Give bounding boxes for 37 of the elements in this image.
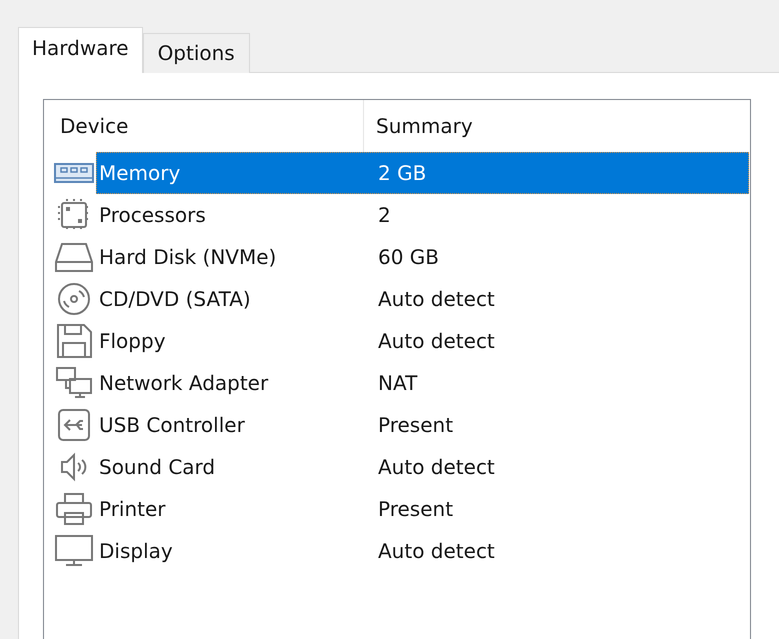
list-row[interactable]: Sound Card Auto detect: [96, 446, 749, 488]
list-row[interactable]: Display Auto detect: [96, 530, 749, 572]
device-name: USB Controller: [98, 413, 246, 437]
device-name: Printer: [98, 497, 167, 521]
device-name: Display: [98, 539, 174, 563]
device-summary: Present: [377, 413, 454, 437]
device-name: Hard Disk (NVMe): [98, 245, 278, 269]
device-name: Floppy: [98, 329, 167, 353]
list-row[interactable]: CD/DVD (SATA) Auto detect: [96, 278, 749, 320]
device-name: Network Adapter: [98, 371, 270, 395]
tab[interactable]: Options: [142, 33, 250, 73]
device-name: Sound Card: [98, 455, 216, 479]
column-header[interactable]: Summary: [364, 100, 750, 152]
device-summary: Present: [377, 497, 454, 521]
list-row[interactable]: Hard Disk (NVMe) 60 GB: [96, 236, 749, 278]
device-name: Processors: [98, 203, 207, 227]
list-row[interactable]: Printer Present: [96, 488, 749, 530]
floppy-icon: [54, 324, 94, 358]
device-summary: Auto detect: [377, 287, 495, 311]
device-name: Memory: [98, 161, 182, 185]
monitor-icon: [54, 534, 94, 568]
device-summary: Auto detect: [377, 539, 495, 563]
list-row[interactable]: Network Adapter NAT: [96, 362, 749, 404]
list-row[interactable]: Floppy Auto detect: [96, 320, 749, 362]
device-summary: Auto detect: [377, 455, 495, 479]
list-row[interactable]: Memory 2 GB: [96, 152, 749, 194]
tab[interactable]: Hardware: [18, 27, 143, 73]
device-summary: 60 GB: [377, 245, 440, 269]
printer-icon: [54, 492, 94, 526]
list-row[interactable]: USB Controller Present: [96, 404, 749, 446]
device-summary: 2: [377, 203, 391, 227]
list-row[interactable]: Processors 2: [96, 194, 749, 236]
device-summary: NAT: [377, 371, 418, 395]
device-summary: 2 GB: [377, 161, 426, 185]
device-summary: Auto detect: [377, 329, 495, 353]
network-icon: [54, 366, 94, 400]
device-name: CD/DVD (SATA): [98, 287, 252, 311]
